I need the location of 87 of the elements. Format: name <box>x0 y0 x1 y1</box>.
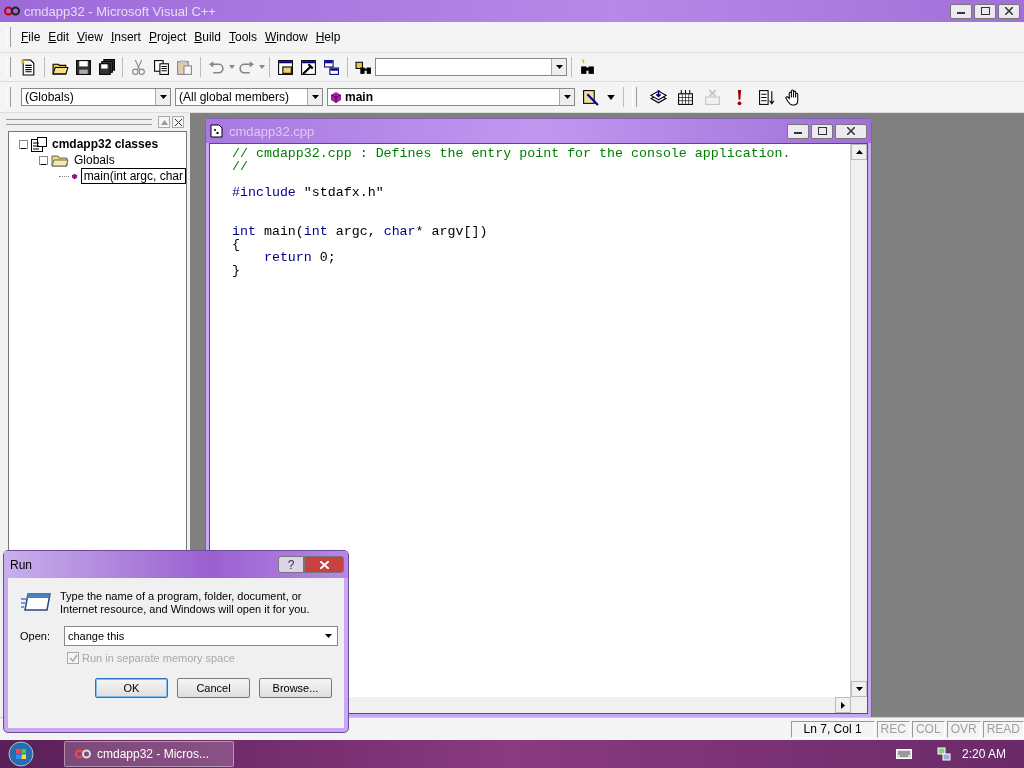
help-button[interactable]: ? <box>278 556 304 573</box>
window-title: cmdapp32 - Microsoft Visual C++ <box>24 3 217 19</box>
source-file-icon <box>210 124 223 138</box>
app-logo-icon <box>4 6 20 16</box>
tree-item[interactable]: main(int argc, char <box>80 168 186 184</box>
collapse-toggle[interactable] <box>39 155 48 165</box>
windows-icon[interactable] <box>323 58 340 76</box>
status-pane: COL <box>911 720 945 738</box>
menu-item[interactable]: Window <box>261 30 312 44</box>
restore-button[interactable] <box>974 3 996 19</box>
up-arrow-icon[interactable] <box>855 150 863 154</box>
dropdown-arrow-icon[interactable] <box>555 65 563 69</box>
scroll-right-button[interactable] <box>835 697 851 713</box>
network-icon[interactable] <box>935 746 952 762</box>
document-title: cmdapp32.cpp <box>229 123 316 139</box>
scroll-down-button[interactable] <box>851 681 867 697</box>
menu-item[interactable]: Edit <box>44 30 74 44</box>
copy-icon[interactable] <box>153 58 170 76</box>
class-view-icon <box>31 136 47 152</box>
down-arrow-icon[interactable] <box>855 687 863 691</box>
status-pane: REC <box>876 720 910 738</box>
dialog-button[interactable]: OK <box>95 678 168 698</box>
menu-item[interactable]: Project <box>144 30 191 44</box>
dropdown-arrow-icon[interactable] <box>159 95 167 99</box>
close-icon[interactable] <box>1005 7 1013 15</box>
tree-item[interactable]: Globals <box>72 153 117 167</box>
keyboard-icon[interactable] <box>895 749 912 759</box>
open-label: Open: <box>20 630 50 642</box>
wizard-icon[interactable] <box>582 88 599 106</box>
dropdown-arrow-icon[interactable] <box>324 634 332 638</box>
dropdown[interactable]: (All global members) <box>175 88 323 106</box>
checkbox-label: Run in separate memory space <box>82 652 235 664</box>
code-line: { <box>232 238 241 251</box>
scroll-up-button[interactable] <box>851 144 867 160</box>
code-line: return 0; <box>262 251 337 264</box>
dropdown-arrow-icon[interactable] <box>311 95 319 99</box>
close-button[interactable] <box>998 3 1020 19</box>
restore-icon[interactable] <box>980 7 990 15</box>
code-line: // cmdapp32.cpp : Defines the entry point for the console application. <box>232 147 792 160</box>
menu-item[interactable]: Help <box>311 30 345 44</box>
minimize-button[interactable] <box>787 123 809 139</box>
status-pane: Ln 7, Col 1 <box>790 720 875 738</box>
window-pane-icon[interactable] <box>277 58 294 76</box>
tree-item[interactable]: cmdapp32 classes <box>50 137 161 151</box>
code-line: int main(int argc, char* argv[]) <box>232 225 489 238</box>
clock: 2:20 AM <box>961 747 1006 761</box>
menu-item[interactable]: File <box>17 30 45 44</box>
close-button[interactable] <box>304 556 344 573</box>
instruction-text: Type the name of a program, folder, document, or Internet resource, and Windows will open it for you. <box>60 590 311 616</box>
taskbar-button[interactable]: cmdapp32 - Micros... <box>64 741 234 767</box>
dialog-button[interactable]: Browse... <box>259 678 332 698</box>
dialog-title: Run <box>10 557 33 572</box>
run-window-icon <box>20 590 52 614</box>
dropdown[interactable]: main <box>327 88 575 106</box>
menu-item[interactable]: Tools <box>224 30 261 44</box>
code-line: // <box>232 160 249 173</box>
dropdown-arrow-icon[interactable] <box>563 95 571 99</box>
list-down-arrow-icon[interactable] <box>758 88 775 106</box>
stack-icon[interactable] <box>650 88 667 106</box>
close-icon[interactable] <box>847 127 855 135</box>
menu-item[interactable]: View <box>73 30 107 44</box>
collapse-toggle[interactable] <box>19 139 28 149</box>
status-pane: READ <box>982 720 1024 738</box>
dropdown[interactable]: (Globals) <box>21 88 171 106</box>
grid-arrows-icon[interactable] <box>677 88 694 106</box>
new-file-icon[interactable] <box>20 58 37 76</box>
menu-item[interactable]: Insert <box>106 30 145 44</box>
code-line: #include "stdafx.h" <box>232 186 385 199</box>
save-icon[interactable] <box>75 58 92 76</box>
app-logo-icon[interactable] <box>75 749 91 759</box>
status-pane: OVR <box>946 720 981 738</box>
right-arrow-icon[interactable] <box>841 701 845 709</box>
dialog-button[interactable]: Cancel <box>177 678 250 698</box>
restore-button[interactable] <box>811 123 833 139</box>
close-button[interactable] <box>835 123 867 139</box>
dropdown-arrow-icon[interactable] <box>607 94 615 100</box>
folder-icon <box>51 153 69 167</box>
restore-icon[interactable] <box>817 127 827 135</box>
window-hammer-icon[interactable] <box>300 58 317 76</box>
cube-icon <box>331 91 341 103</box>
minimize-button[interactable] <box>950 3 972 19</box>
code-line: } <box>232 264 241 277</box>
start-button[interactable] <box>8 741 34 767</box>
open-field[interactable]: change this <box>63 626 338 646</box>
binoculars-icon[interactable] <box>579 58 596 76</box>
save-all-icon[interactable] <box>98 58 115 76</box>
menu-item[interactable]: Build <box>190 30 225 44</box>
